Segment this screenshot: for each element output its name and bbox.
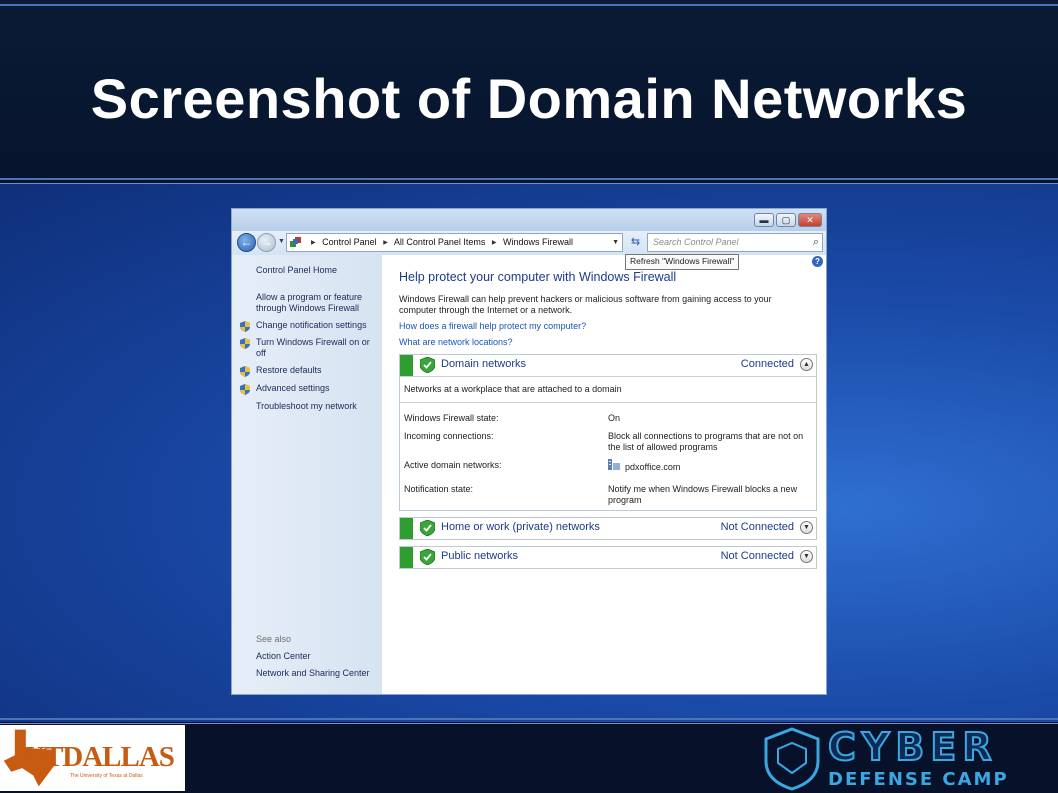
breadcrumb-separator-icon[interactable]: ▶ [492,240,497,246]
action-center-link[interactable]: Action Center [256,651,376,662]
detail-value: pdxoffice.com [625,462,681,472]
allow-program-link[interactable]: Allow a program or feature through Windo… [256,292,376,314]
search-icon[interactable]: ⌕ [813,234,819,251]
search-placeholder: Search Control Panel [653,237,739,247]
status-stripe [400,518,413,539]
breadcrumb-windows-firewall[interactable]: Windows Firewall [503,237,573,247]
header-stripe [0,178,1058,180]
utdallas-logo-text: UTDALLAS [24,741,175,773]
restore-defaults-link[interactable]: Restore defaults [256,365,376,376]
footer-stripe [0,718,1058,720]
shield-icon [240,384,250,395]
public-networks-panel: Public networks Not Connected ▼ [399,546,817,569]
shield-icon [240,366,250,377]
panel-name: Domain networks [441,358,526,370]
see-also-heading: See also [256,634,292,644]
green-shield-check-icon [420,549,435,565]
detail-value: On [608,413,621,423]
chevron-down-icon[interactable]: ▼ [800,521,813,534]
panel-name: Public networks [441,550,519,562]
breadcrumb-separator-icon[interactable]: ▶ [383,240,388,246]
private-networks-header[interactable]: Home or work (private) networks Not Conn… [400,518,816,539]
detail-label: Windows Firewall state: [404,413,499,423]
turn-firewall-on-off-link[interactable]: Turn Windows Firewall on or off [256,337,371,359]
detail-label: Notification state: [404,484,474,494]
address-field[interactable]: ▶ Control Panel ▶ All Control Panel Item… [286,233,623,252]
firewall-window: ▬ ▢ ✕ ← → ▼ ▶ Control Panel ▶ All Contro… [231,208,827,695]
refresh-icon: ⇆ [630,236,641,248]
chevron-down-icon[interactable]: ▼ [612,234,619,251]
footer-stripe [0,723,1058,724]
connection-status: Not Connected [720,550,794,562]
address-toolbar: ← → ▼ ▶ Control Panel ▶ All Control Pane… [232,231,826,255]
green-shield-check-icon [420,357,435,373]
domain-networks-panel: Domain networks Connected ▲ Networks at … [399,354,817,511]
panel-name: Home or work (private) networks [441,521,600,533]
shield-icon [240,338,250,349]
cyber-logo-text: CYBER [827,724,998,770]
page-description: Windows Firewall can help prevent hacker… [399,294,772,315]
help-icon[interactable]: ? [812,256,823,267]
maximize-button[interactable]: ▢ [776,213,796,227]
cyber-shield-icon [764,727,820,791]
connection-status: Not Connected [720,521,794,533]
refresh-button[interactable]: ⇆ [626,233,645,252]
breadcrumb: ▶ Control Panel ▶ All Control Panel Item… [307,234,573,252]
private-networks-panel: Home or work (private) networks Not Conn… [399,517,817,540]
forward-button[interactable]: → [257,233,276,252]
back-button[interactable]: ← [237,233,256,252]
panel-description: Networks at a workplace that are attache… [400,376,816,402]
utdallas-logo: UTDALLAS The University of Texas at Dall… [0,725,185,791]
shield-icon [240,321,250,332]
breadcrumb-separator-icon[interactable]: ▶ [311,240,316,246]
green-shield-check-icon [420,520,435,536]
breadcrumb-all-items[interactable]: All Control Panel Items [394,237,486,247]
refresh-tooltip: Refresh "Windows Firewall" [625,254,740,270]
utdallas-logo-subtext: The University of Texas at Dallas [70,773,143,779]
control-panel-home-link[interactable]: Control Panel Home [256,265,337,275]
chevron-down-icon[interactable]: ▼ [800,550,813,563]
status-stripe [400,547,413,568]
troubleshoot-network-link[interactable]: Troubleshoot my network [256,401,376,412]
firewall-help-link[interactable]: How does a firewall help protect my comp… [399,321,586,331]
header-stripe [0,4,1058,6]
status-stripe [400,355,413,376]
network-locations-link[interactable]: What are network locations? [399,337,513,347]
breadcrumb-control-panel[interactable]: Control Panel [322,237,377,247]
window-titlebar[interactable]: ▬ ▢ ✕ [232,209,826,231]
cyber-logo-subtext: DEFENSE CAMP [828,769,1009,790]
minimize-button[interactable]: ▬ [754,213,774,227]
detail-label: Incoming connections: [404,431,494,441]
slide-title: Screenshot of Domain Networks [90,67,968,130]
domain-network-icon [608,459,620,470]
detail-label: Active domain networks: [404,460,502,470]
change-notification-link[interactable]: Change notification settings [256,320,376,331]
public-networks-header[interactable]: Public networks Not Connected ▼ [400,547,816,568]
recent-pages-dropdown[interactable]: ▼ [278,238,285,245]
search-input[interactable]: Search Control Panel ⌕ [647,233,823,252]
domain-networks-header[interactable]: Domain networks Connected ▲ [400,355,816,376]
connection-status: Connected [740,358,794,370]
close-button[interactable]: ✕ [798,213,822,227]
control-panel-icon [290,237,301,247]
page-title: Help protect your computer with Windows … [399,270,677,284]
detail-value: Notify me when Windows Firewall blocks a… [608,484,798,505]
network-sharing-center-link[interactable]: Network and Sharing Center [256,668,376,679]
advanced-settings-link[interactable]: Advanced settings [256,383,376,394]
cyber-defense-camp-logo: CYBER DEFENSE CAMP [762,724,1054,791]
chevron-up-icon[interactable]: ▲ [800,358,813,371]
panel-details: Windows Firewall state: On Incoming conn… [400,402,816,510]
left-nav-pane: Control Panel Home Allow a program or fe… [232,255,382,694]
detail-value: Block all connections to programs that a… [608,431,804,452]
